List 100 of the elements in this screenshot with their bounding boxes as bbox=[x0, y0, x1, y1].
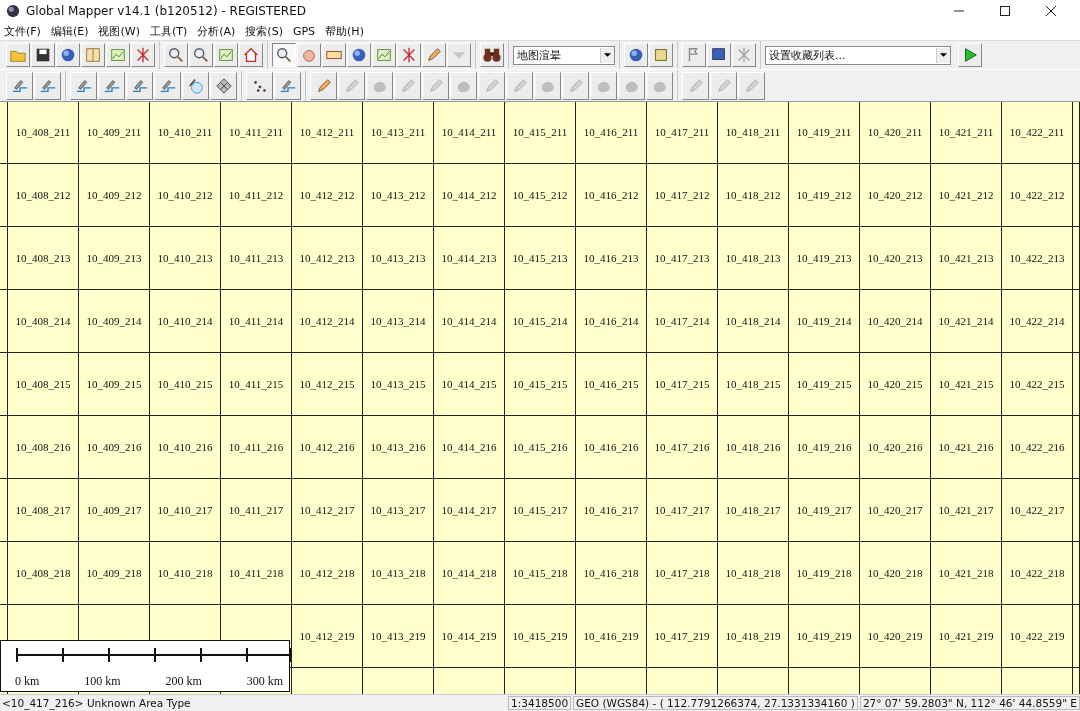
tile-label: 10_420_218 bbox=[867, 567, 923, 579]
picture-icon bbox=[109, 46, 127, 64]
tile-label: 10_414_215 bbox=[441, 378, 497, 390]
tile-label: 10_409_212 bbox=[86, 189, 142, 201]
tile-label: 10_412_219 bbox=[299, 630, 355, 642]
tile-label: 10_421_211 bbox=[938, 126, 994, 138]
tile-label: 10_422_213 bbox=[1009, 252, 1065, 264]
tile-label: 10_419_218 bbox=[796, 567, 852, 579]
tile-label: 10_415_219 bbox=[512, 630, 568, 642]
chart-icon bbox=[375, 46, 393, 64]
tile-label: 10_415_211 bbox=[512, 126, 568, 138]
tile-label: 10_409_216 bbox=[86, 441, 142, 453]
tile-label: 10_408_215 bbox=[15, 378, 71, 390]
tile-label: 10_412_218 bbox=[299, 567, 355, 579]
globe-icon bbox=[627, 46, 645, 64]
tile-label: 10_412_217 bbox=[299, 504, 355, 516]
globe-icon bbox=[59, 46, 77, 64]
tile-label: 10_411_216 bbox=[228, 441, 284, 453]
tile-label: 10_409_211 bbox=[86, 126, 142, 138]
tile-label: 10_414_212 bbox=[441, 189, 497, 201]
tile-label: 10_413_212 bbox=[370, 189, 426, 201]
tile-label: 10_413_214 bbox=[370, 315, 426, 327]
tile-label: 10_421_215 bbox=[938, 378, 994, 390]
tile-label: 10_419_216 bbox=[796, 441, 852, 453]
tile-label: 10_409_215 bbox=[86, 378, 142, 390]
map-layer-dropdown[interactable]: 地图渲晕 bbox=[513, 45, 615, 65]
tile-label: 10_417_211 bbox=[654, 126, 710, 138]
tile-label: 10_415_217 bbox=[512, 504, 568, 516]
favorites-dropdown[interactable]: 设置收藏列表... bbox=[765, 45, 951, 65]
pencil-circle-icon bbox=[186, 76, 205, 95]
tile-label: 10_414_216 bbox=[441, 441, 497, 453]
tile-label: 10_418_219 bbox=[725, 630, 781, 642]
scale-label: 0 km bbox=[15, 674, 40, 689]
zoom-out-icon bbox=[192, 46, 210, 64]
menu-item[interactable]: 工具(T) bbox=[149, 23, 188, 39]
tile-label: 10_417_214 bbox=[654, 315, 710, 327]
menu-item[interactable]: 帮助(H) bbox=[325, 23, 364, 39]
menu-item[interactable]: GPS bbox=[292, 24, 316, 38]
tile-label: 10_416_218 bbox=[583, 567, 639, 579]
tile-label: 10_416_219 bbox=[583, 630, 639, 642]
tile-label: 10_420_215 bbox=[867, 378, 923, 390]
menu-item[interactable]: 分析(A) bbox=[197, 23, 236, 39]
tile-label: 10_419_211 bbox=[796, 126, 852, 138]
tile-label: 10_410_217 bbox=[157, 504, 213, 516]
tile-label: 10_410_214 bbox=[157, 315, 213, 327]
tile-label: 10_419_217 bbox=[796, 504, 852, 516]
status-field: 27° 07' 59.2803" N, 112° 46' 44.8559" E bbox=[859, 696, 1080, 710]
play-button[interactable] bbox=[958, 43, 982, 67]
tile-label: 10_419_219 bbox=[796, 630, 852, 642]
tile-label: 10_408_213 bbox=[15, 252, 71, 264]
globe-icon bbox=[6, 4, 20, 18]
tile-label: 10_422_218 bbox=[1009, 567, 1065, 579]
tile-label: 10_419_214 bbox=[796, 315, 852, 327]
tile-label: 10_417_212 bbox=[654, 189, 710, 201]
tile-label: 10_416_214 bbox=[583, 315, 639, 327]
tile-label: 10_410_216 bbox=[157, 441, 213, 453]
tile-label: 10_415_215 bbox=[512, 378, 568, 390]
tile-label: 10_416_211 bbox=[583, 126, 639, 138]
home-icon bbox=[242, 46, 260, 64]
tile-label: 10_411_215 bbox=[228, 378, 284, 390]
tile-label: 10_422_214 bbox=[1009, 315, 1065, 327]
grid-icon bbox=[214, 76, 233, 95]
magnifier-icon bbox=[275, 46, 293, 64]
tile-label: 10_409_214 bbox=[86, 315, 142, 327]
tile-label: 10_422_217 bbox=[1009, 504, 1065, 516]
tile-label: 10_411_217 bbox=[228, 504, 284, 516]
tile-label: 10_414_211 bbox=[441, 126, 497, 138]
tile-label: 10_420_211 bbox=[867, 126, 923, 138]
tile-label: 10_415_218 bbox=[512, 567, 568, 579]
zoom-in-icon bbox=[167, 46, 185, 64]
tile-label: 10_418_217 bbox=[725, 504, 781, 516]
tile-label: 10_413_216 bbox=[370, 441, 426, 453]
tile-label: 10_411_214 bbox=[228, 315, 284, 327]
tile-label: 10_412_215 bbox=[299, 378, 355, 390]
tile-label: 10_408_216 bbox=[15, 441, 71, 453]
map-canvas[interactable] bbox=[0, 102, 1080, 694]
tile-label: 10_418_215 bbox=[725, 378, 781, 390]
tile-label: 10_422_216 bbox=[1009, 441, 1065, 453]
tile-label: 10_412_216 bbox=[299, 441, 355, 453]
tile-label: 10_420_212 bbox=[867, 189, 923, 201]
caret-icon bbox=[604, 53, 611, 57]
tile-label: 10_422_215 bbox=[1009, 378, 1065, 390]
toolbar-button[interactable] bbox=[272, 43, 296, 67]
menu-item[interactable]: 搜索(S) bbox=[245, 23, 283, 39]
menu-item[interactable]: 视图(W) bbox=[98, 23, 140, 39]
window-title: Global Mapper v14.1 (b120512) - REGISTERED bbox=[26, 4, 306, 18]
tile-label: 10_417_215 bbox=[654, 378, 710, 390]
menu-item[interactable]: 编辑(E) bbox=[50, 23, 89, 39]
tile-label: 10_418_214 bbox=[725, 315, 781, 327]
tile-label: 10_409_218 bbox=[86, 567, 142, 579]
tile-label: 10_418_211 bbox=[725, 126, 781, 138]
tile-label: 10_418_218 bbox=[725, 567, 781, 579]
tile-label: 10_421_214 bbox=[938, 315, 994, 327]
tile-label: 10_420_219 bbox=[867, 630, 923, 642]
tile-label: 10_419_213 bbox=[796, 252, 852, 264]
tile-label: 10_421_218 bbox=[938, 567, 994, 579]
tile-label: 10_415_213 bbox=[512, 252, 568, 264]
menu-item[interactable]: 文件(F) bbox=[4, 23, 41, 39]
tile-label: 10_414_218 bbox=[441, 567, 497, 579]
map-icon bbox=[217, 46, 235, 64]
